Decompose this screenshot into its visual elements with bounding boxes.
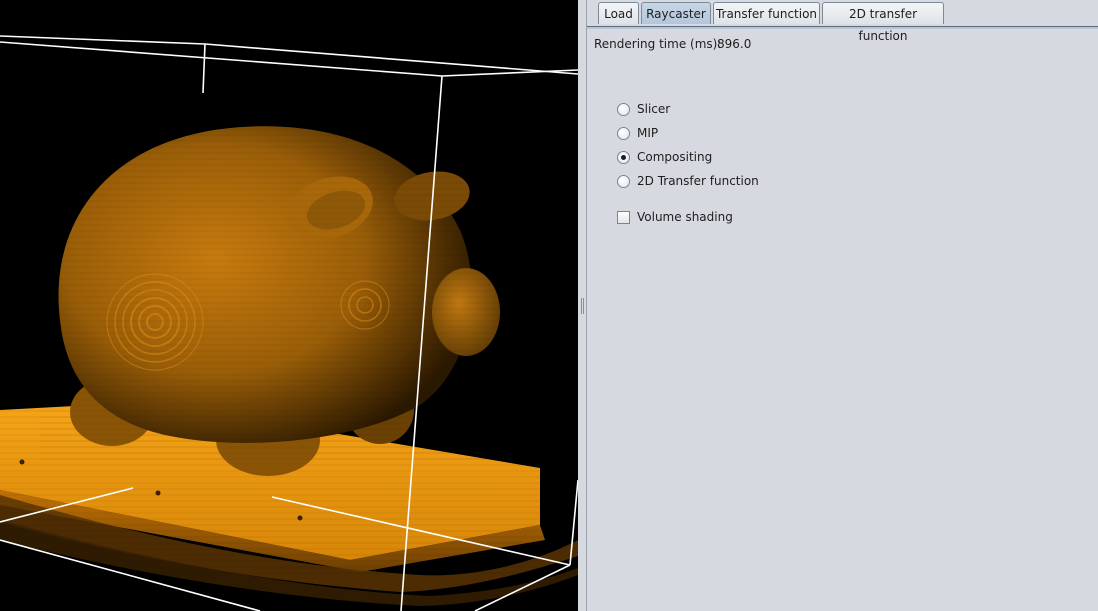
volume-render-canvas[interactable] <box>0 0 578 611</box>
volume-shading-label[interactable]: Volume shading <box>637 210 733 224</box>
radio-slicer-label[interactable]: Slicer <box>637 102 670 116</box>
rendering-time-value: 896.0 <box>717 37 752 51</box>
control-panel: Load Raycaster Transfer function 2D tran… <box>587 0 1098 611</box>
volume-shading-checkbox[interactable] <box>617 211 630 224</box>
radio-compositing-label[interactable]: Compositing <box>637 150 712 164</box>
radio-2d-transfer-function-label[interactable]: 2D Transfer function <box>637 174 759 188</box>
split-pane-divider[interactable] <box>578 0 587 611</box>
split-pane-grip[interactable] <box>581 298 584 314</box>
pig-volume <box>40 120 510 476</box>
tab-raycaster[interactable]: Raycaster <box>641 2 711 24</box>
radio-mip-label[interactable]: MIP <box>637 126 658 140</box>
tab-underline <box>587 27 1098 29</box>
rendering-time-label: Rendering time (ms): <box>594 37 722 51</box>
tab-2d-transfer-function[interactable]: 2D transfer function <box>822 2 944 43</box>
volume-render-viewport[interactable] <box>0 0 578 611</box>
radio-compositing[interactable] <box>617 151 630 164</box>
tab-bar: Load Raycaster Transfer function 2D tran… <box>587 0 1098 43</box>
radio-2d-transfer-function[interactable] <box>617 175 630 188</box>
tab-transfer-function[interactable]: Transfer function <box>713 2 820 24</box>
tab-load[interactable]: Load <box>598 2 639 24</box>
radio-slicer[interactable] <box>617 103 630 116</box>
radio-mip[interactable] <box>617 127 630 140</box>
